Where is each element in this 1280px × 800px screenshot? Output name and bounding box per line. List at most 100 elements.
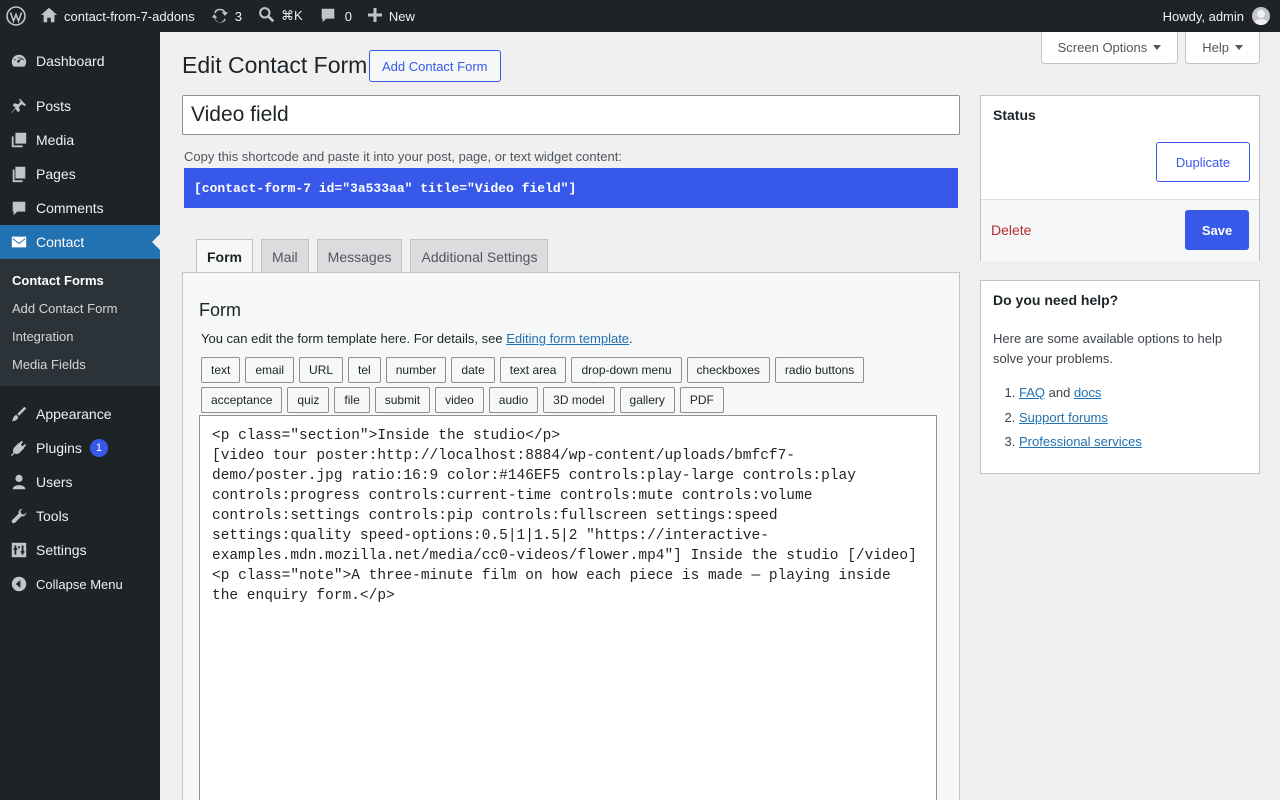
help-links-list: FAQ and docs Support forums Professional… — [1019, 381, 1142, 455]
form-title-input[interactable]: Video field — [182, 95, 960, 135]
tag-button-submit[interactable]: submit — [374, 387, 431, 413]
faq-link[interactable]: FAQ — [1019, 385, 1045, 400]
settings-sliders-icon — [11, 542, 27, 558]
dashboard-gauge-icon — [11, 54, 27, 67]
tag-button-pdf[interactable]: PDF — [679, 387, 724, 413]
editing-form-template-link[interactable]: Editing form template — [506, 331, 629, 346]
tab-form[interactable]: Form — [196, 239, 253, 274]
menu-settings-label: Settings — [36, 542, 87, 558]
tag-button-dropdown[interactable]: drop-down menu — [571, 357, 682, 383]
wrench-icon — [11, 508, 27, 524]
comment-bubble-icon — [319, 6, 337, 27]
tag-generator-row: text email URL tel number date text area… — [201, 357, 865, 383]
media-icon — [11, 132, 27, 148]
tag-button-video[interactable]: video — [435, 387, 484, 413]
screen-options-button[interactable]: Screen Options — [1040, 32, 1179, 64]
collapse-arrow-icon — [11, 576, 27, 592]
paintbrush-icon — [11, 406, 27, 422]
tag-button-radio[interactable]: radio buttons — [774, 357, 865, 383]
command-search[interactable]: ⌘K — [250, 0, 311, 32]
tag-button-3d-model[interactable]: 3D model — [543, 387, 615, 413]
tag-button-url[interactable]: URL — [299, 357, 344, 383]
site-name-link[interactable]: contact-from-7-addons — [32, 0, 203, 32]
support-forums-link[interactable]: Support forums — [1019, 410, 1108, 425]
caret-down-icon — [1153, 45, 1162, 50]
search-shortcut: ⌘K — [281, 8, 303, 23]
tag-button-date[interactable]: date — [451, 357, 495, 383]
admin-bar: contact-from-7-addons 3 ⌘K 0 New Howdy, … — [0, 0, 1280, 32]
menu-settings[interactable]: Settings — [0, 533, 160, 567]
menu-pages[interactable]: Pages — [0, 157, 160, 191]
comments-link[interactable]: 0 — [311, 0, 360, 32]
site-name-label: contact-from-7-addons — [64, 8, 195, 24]
save-button[interactable]: Save — [1185, 210, 1249, 250]
help-and-text: and — [1045, 385, 1074, 400]
caret-down-icon — [1235, 45, 1243, 50]
help-heading: Do you need help? — [993, 292, 1119, 308]
tag-button-file[interactable]: file — [334, 387, 370, 413]
updates-link[interactable]: 3 — [203, 0, 250, 32]
submenu-integration[interactable]: Integration — [0, 322, 160, 350]
submenu-contact-forms[interactable]: Contact Forms — [0, 266, 160, 294]
menu-appearance-label: Appearance — [36, 406, 112, 422]
menu-users[interactable]: Users — [0, 465, 160, 499]
submenu-add-contact-form[interactable]: Add Contact Form — [0, 294, 160, 322]
new-label: New — [388, 8, 415, 24]
new-content-link[interactable]: New — [360, 0, 423, 32]
menu-contact[interactable]: Contact — [0, 225, 160, 259]
tag-button-text[interactable]: text — [201, 357, 241, 383]
menu-comments-label: Comments — [36, 200, 104, 216]
menu-tools[interactable]: Tools — [0, 499, 160, 533]
status-actions: Delete Save — [981, 199, 1259, 261]
tag-button-email[interactable]: email — [245, 357, 295, 383]
menu-media[interactable]: Media — [0, 123, 160, 157]
menu-contact-label: Contact — [36, 234, 85, 250]
plug-icon — [10, 440, 27, 457]
tag-button-acceptance[interactable]: acceptance — [201, 387, 283, 413]
menu-dashboard[interactable]: Dashboard — [0, 44, 160, 78]
docs-link[interactable]: docs — [1074, 385, 1101, 400]
tag-button-audio[interactable]: audio — [488, 387, 539, 413]
menu-plugins-label: Plugins — [36, 440, 82, 456]
shortcode-field[interactable]: [contact-form-7 id="3a533aa" title="Vide… — [184, 168, 958, 208]
page-title: Edit Contact Form — [182, 52, 368, 78]
menu-posts[interactable]: Posts — [0, 89, 160, 123]
tag-button-checkboxes[interactable]: checkboxes — [686, 357, 770, 383]
menu-media-label: Media — [36, 132, 75, 148]
duplicate-button[interactable]: Duplicate — [1156, 142, 1250, 182]
comments-icon — [12, 201, 26, 216]
help-tab-button[interactable]: Help — [1185, 32, 1260, 64]
wordpress-logo-icon[interactable] — [0, 0, 32, 32]
collapse-menu-label: Collapse Menu — [36, 576, 123, 592]
add-contact-form-button[interactable]: Add Contact Form — [369, 50, 501, 82]
tag-button-number[interactable]: number — [385, 357, 447, 383]
collapse-menu-button[interactable]: Collapse Menu — [0, 567, 160, 601]
tag-button-textarea[interactable]: text area — [499, 357, 567, 383]
menu-appearance[interactable]: Appearance — [0, 397, 160, 431]
form-template-textarea[interactable]: <p class="section">Inside the studio</p>… — [199, 415, 937, 800]
menu-comments[interactable]: Comments — [0, 191, 160, 225]
tab-mail[interactable]: Mail — [261, 239, 309, 273]
screen-options-label: Screen Options — [1057, 40, 1148, 55]
account-menu[interactable]: Howdy, admin — [1155, 0, 1280, 32]
editor-tabs: Form Mail Messages Additional Settings — [196, 239, 549, 274]
tag-button-gallery[interactable]: gallery — [619, 387, 675, 413]
delete-link[interactable]: Delete — [991, 222, 1031, 238]
plugins-update-badge: 1 — [89, 439, 108, 457]
tab-messages[interactable]: Messages — [316, 239, 403, 273]
submenu-media-fields[interactable]: Media Fields — [0, 350, 160, 378]
help-list-item: Support forums — [1019, 406, 1142, 431]
refresh-icon — [211, 6, 229, 27]
professional-services-link[interactable]: Professional services — [1019, 434, 1142, 449]
pushpin-icon — [11, 98, 27, 114]
form-panel: Form You can edit the form template here… — [182, 272, 960, 800]
tag-button-tel[interactable]: tel — [348, 357, 381, 383]
tag-button-quiz[interactable]: quiz — [287, 387, 330, 413]
menu-tools-label: Tools — [36, 508, 69, 524]
menu-plugins[interactable]: Plugins 1 — [0, 431, 160, 465]
tab-additional-settings[interactable]: Additional Settings — [410, 239, 549, 273]
home-icon — [40, 6, 58, 27]
pages-icon — [12, 166, 26, 183]
contact-submenu: Contact Forms Add Contact Form Integrati… — [0, 259, 160, 386]
comments-count: 0 — [344, 8, 352, 24]
